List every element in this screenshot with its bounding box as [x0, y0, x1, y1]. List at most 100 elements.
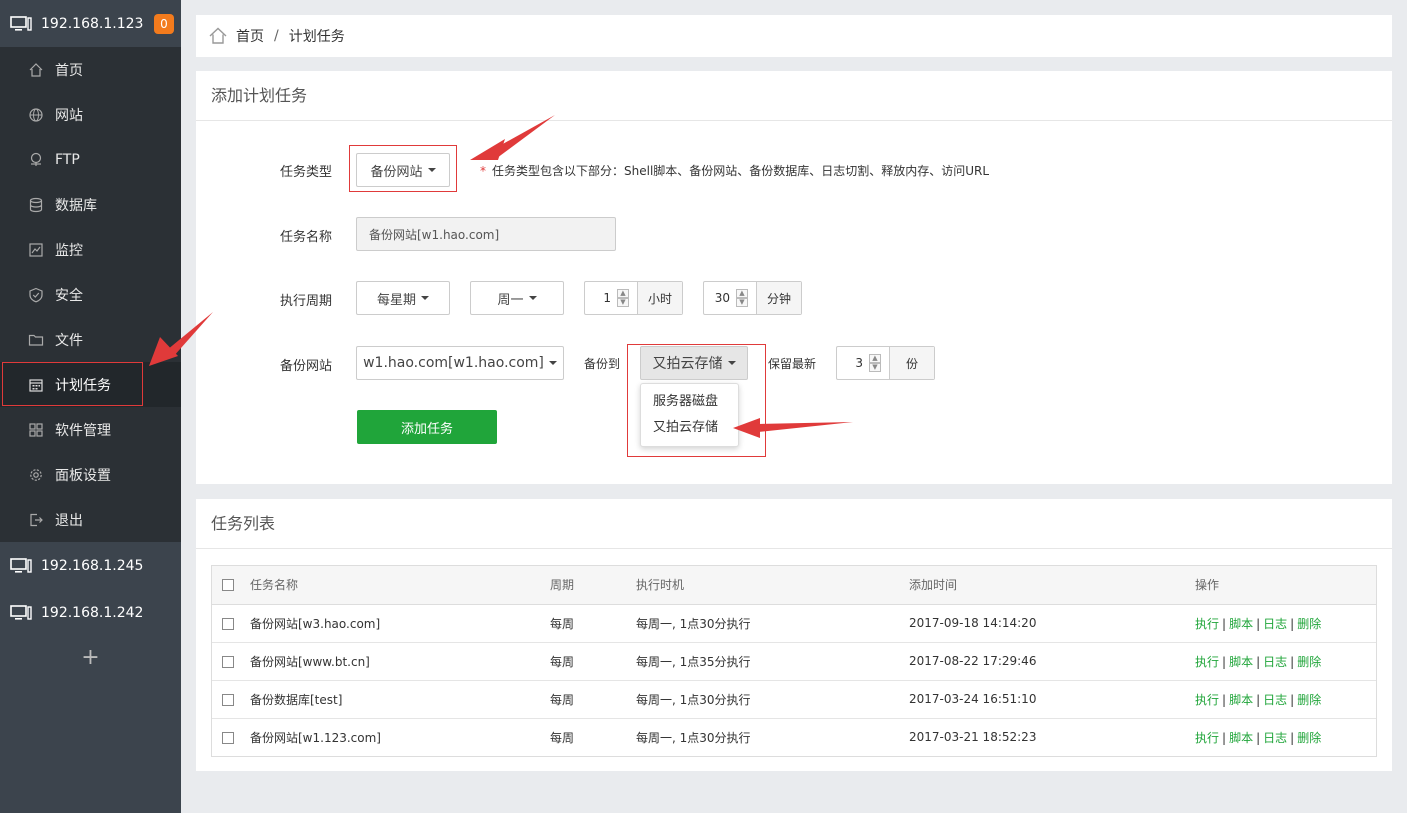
breadcrumb: 首页 / 计划任务 — [196, 15, 1392, 57]
stepper-down-icon[interactable]: ▼ — [869, 363, 881, 372]
sidebar-item-label: 安全 — [55, 287, 83, 304]
table-row: 备份网站[www.bt.cn] 每周 每周一, 1点35分执行 2017-08-… — [212, 642, 1376, 681]
row-checkbox[interactable] — [222, 731, 234, 744]
logout-icon — [30, 513, 43, 526]
sidebar-item-software[interactable]: 软件管理 — [0, 407, 181, 452]
sidebar: 192.168.1.123 0 首页 网站 FTP 数据库 监控 安全 文件 计… — [0, 0, 181, 813]
stepper-up-icon[interactable]: ▲ — [869, 354, 881, 363]
option-upyun-storage[interactable]: 又拍云存储 — [641, 415, 738, 441]
minute-stepper[interactable]: 30 ▲ ▼ 分钟 — [703, 281, 802, 315]
column-header: 任务名称 — [250, 566, 550, 605]
task-type-select[interactable]: 备份网站 — [356, 153, 450, 187]
action-separator: | — [1290, 616, 1295, 631]
row-checkbox[interactable] — [222, 693, 234, 706]
add-task-title: 添加计划任务 — [196, 71, 1392, 121]
column-header: 执行时机 — [636, 566, 909, 605]
sidebar-item-label: 退出 — [55, 512, 83, 529]
cycle-label: 执行周期 — [280, 294, 333, 309]
breadcrumb-home[interactable]: 首页 — [236, 26, 264, 46]
hour-stepper-arrows[interactable]: ▲ ▼ — [617, 282, 631, 314]
stepper-down-icon[interactable]: ▼ — [617, 298, 629, 307]
backup-to-select[interactable]: 又拍云存储 — [640, 346, 748, 380]
task-when-cell: 每周一, 1点30分执行 — [636, 604, 909, 643]
sidebar-item-monitor[interactable]: 监控 — [0, 227, 181, 272]
backup-site-label: 备份网站 — [280, 359, 333, 374]
sidebar-item-home[interactable]: 首页 — [0, 47, 181, 92]
task-type-label: 任务类型 — [280, 165, 333, 180]
table-header-row: 任务名称 周期 执行时机 添加时间 操作 — [212, 566, 1376, 605]
stepper-up-icon[interactable]: ▲ — [736, 289, 748, 298]
action-separator: | — [1290, 654, 1295, 669]
action-separator: | — [1222, 654, 1227, 669]
sidebar-item-cron[interactable]: 计划任务 — [0, 362, 181, 407]
sidebar-item-logout[interactable]: 退出 — [0, 497, 181, 542]
action-run[interactable]: 执行 — [1195, 655, 1219, 669]
action-script[interactable]: 脚本 — [1229, 655, 1253, 669]
server-label: 192.168.1.245 — [41, 557, 144, 574]
cycle-select[interactable]: 每星期 — [356, 281, 450, 315]
table-row: 备份网站[w1.123.com] 每周 每周一, 1点30分执行 2017-03… — [212, 718, 1376, 756]
action-script[interactable]: 脚本 — [1229, 617, 1253, 631]
keep-value[interactable]: 3 — [837, 347, 869, 379]
keep-stepper[interactable]: 3 ▲ ▼ 份 — [836, 346, 935, 380]
sidebar-menu: 首页 网站 FTP 数据库 监控 安全 文件 计划任务 软件管理 面板设置 退出 — [0, 47, 181, 542]
monitor-chart-icon — [29, 242, 43, 257]
sidebar-item-security[interactable]: 安全 — [0, 272, 181, 317]
server-245[interactable]: 192.168.1.245 — [0, 542, 181, 589]
task-when-cell: 每周一, 1点30分执行 — [636, 730, 751, 745]
action-run[interactable]: 执行 — [1195, 693, 1219, 707]
action-separator: | — [1222, 730, 1227, 745]
server-242[interactable]: 192.168.1.242 — [0, 589, 181, 636]
action-run[interactable]: 执行 — [1195, 731, 1219, 745]
hour-value[interactable]: 1 — [585, 282, 617, 314]
action-log[interactable]: 日志 — [1263, 655, 1287, 669]
action-log[interactable]: 日志 — [1263, 693, 1287, 707]
row-checkbox[interactable] — [222, 617, 234, 630]
hour-stepper[interactable]: 1 ▲ ▼ 小时 — [584, 281, 683, 315]
caret-down-icon — [421, 296, 429, 300]
sidebar-item-label: 首页 — [55, 62, 83, 79]
breadcrumb-separator: / — [274, 28, 279, 44]
keep-unit: 份 — [889, 347, 934, 379]
action-script[interactable]: 脚本 — [1229, 731, 1253, 745]
task-when-cell: 每周一, 1点30分执行 — [636, 680, 909, 719]
action-delete[interactable]: 删除 — [1297, 655, 1321, 669]
weekday-select[interactable]: 周一 — [470, 281, 564, 315]
sidebar-item-database[interactable]: 数据库 — [0, 182, 181, 227]
row-checkbox[interactable] — [222, 655, 234, 668]
cycle-value: 每星期 — [376, 292, 416, 308]
stepper-down-icon[interactable]: ▼ — [736, 298, 748, 307]
minute-stepper-arrows[interactable]: ▲ ▼ — [736, 282, 750, 314]
task-name-cell: 备份数据库[test] — [250, 680, 550, 719]
keep-stepper-arrows[interactable]: ▲ ▼ — [869, 347, 883, 379]
action-log[interactable]: 日志 — [1263, 731, 1287, 745]
select-all-checkbox[interactable] — [222, 579, 234, 592]
minute-value[interactable]: 30 — [704, 282, 736, 314]
task-list-title: 任务列表 — [196, 499, 1392, 549]
action-log[interactable]: 日志 — [1263, 617, 1287, 631]
keep-label: 保留最新 — [768, 357, 817, 371]
action-run[interactable]: 执行 — [1195, 617, 1219, 631]
action-delete[interactable]: 删除 — [1297, 617, 1321, 631]
server-current[interactable]: 192.168.1.123 0 — [0, 0, 181, 47]
notification-badge[interactable]: 0 — [154, 14, 174, 34]
add-task-button[interactable]: 添加任务 — [357, 410, 497, 444]
stepper-up-icon[interactable]: ▲ — [617, 289, 629, 298]
action-delete[interactable]: 删除 — [1297, 693, 1321, 707]
sidebar-item-files[interactable]: 文件 — [0, 317, 181, 362]
task-actions: 执行 | 脚本 | 日志 | 删除 — [1195, 680, 1376, 719]
sidebar-item-website[interactable]: 网站 — [0, 92, 181, 137]
backup-site-select[interactable]: w1.hao.com[w1.hao.com] — [356, 346, 564, 380]
sidebar-item-ftp[interactable]: FTP — [0, 137, 181, 182]
task-name-input[interactable]: 备份网站[w1.hao.com] — [356, 217, 616, 251]
shield-icon — [29, 287, 43, 302]
action-delete[interactable]: 删除 — [1297, 731, 1321, 745]
option-server-disk[interactable]: 服务器磁盘 — [641, 389, 738, 415]
home-icon[interactable] — [208, 26, 228, 46]
action-script[interactable]: 脚本 — [1229, 693, 1253, 707]
sidebar-item-panel-settings[interactable]: 面板设置 — [0, 452, 181, 497]
backup-to-value: 又拍云存储 — [652, 356, 723, 372]
folder-icon — [28, 334, 44, 346]
add-server-button[interactable]: + — [0, 636, 181, 680]
action-separator: | — [1222, 692, 1227, 707]
